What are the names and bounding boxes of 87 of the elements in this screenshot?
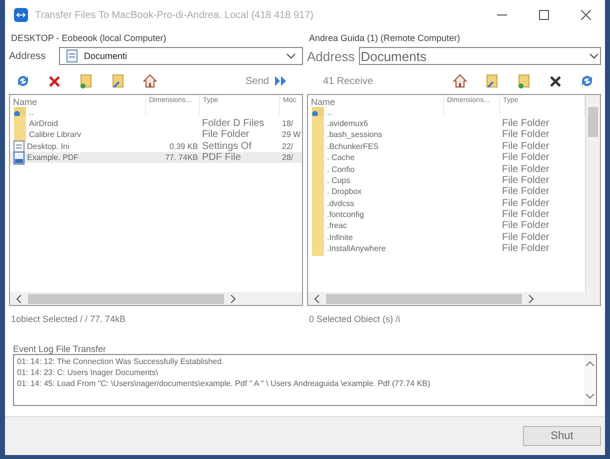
file-name[interactable]: .. xyxy=(29,108,34,117)
address-value: Documents xyxy=(360,48,428,64)
file-type: File Folder xyxy=(202,129,250,140)
scroll-left-icon xyxy=(16,294,22,302)
file-type: File Folder xyxy=(502,174,550,186)
folder-edit-button[interactable] xyxy=(484,72,500,90)
file-type: File Folder xyxy=(502,198,550,209)
file-name[interactable]: Desktop. Ini xyxy=(27,142,70,151)
file-type: File Folder xyxy=(502,220,550,232)
file-date: 29 W xyxy=(282,130,301,140)
file-type: File Folder xyxy=(502,232,550,243)
file-name[interactable]: .fontconfig xyxy=(327,210,364,220)
file-name[interactable]: .freac xyxy=(327,221,348,230)
chevron-down-icon xyxy=(589,53,599,59)
file-name[interactable]: . Cache xyxy=(327,153,355,162)
file-size: 0.39 KB xyxy=(170,142,198,151)
file-type: File Folder xyxy=(502,129,550,140)
file-type: File Folder xyxy=(502,152,550,164)
send-button[interactable]: Send xyxy=(236,76,297,86)
pdf-file-icon xyxy=(13,150,25,165)
refresh-button[interactable] xyxy=(579,73,595,89)
address-value: Documenti xyxy=(84,51,128,61)
selection-status: 1obiect Selected / / 77. 74kB xyxy=(10,313,127,326)
file-name[interactable]: .Infinite xyxy=(327,232,353,242)
vertical-scrollbar[interactable] xyxy=(585,95,600,292)
file-date: 28/ xyxy=(282,153,294,162)
close-button[interactable]: Shut xyxy=(523,426,601,446)
file-size: 77. 74KB xyxy=(165,153,198,162)
file-name[interactable]: AirDroid xyxy=(29,118,58,128)
horizontal-scrollbar[interactable] xyxy=(10,292,302,305)
home-button[interactable] xyxy=(142,73,158,89)
address-label: Address xyxy=(9,50,47,62)
file-name[interactable]: .InstallAnywhere xyxy=(327,244,386,254)
receive-button[interactable]: 41 Receive xyxy=(313,76,384,86)
scroll-up-icon xyxy=(586,361,594,366)
new-folder-button[interactable] xyxy=(516,72,532,90)
file-type: Settings Of xyxy=(202,140,252,152)
file-name[interactable]: . Dropbox xyxy=(327,187,362,196)
file-name[interactable]: . Cups xyxy=(327,176,350,185)
double-arrow-icon xyxy=(275,76,287,86)
horizontal-scrollbar[interactable] xyxy=(308,292,600,305)
maximize-icon xyxy=(539,10,549,20)
file-name[interactable]: . Confio xyxy=(327,164,355,174)
file-name[interactable]: .BchunkerFES xyxy=(327,142,379,151)
app-icon xyxy=(13,7,29,23)
pane-heading: DESKTOP - Eobeook (local Computer) xyxy=(10,32,168,45)
address-label: Address xyxy=(307,48,355,64)
scroll-right-icon xyxy=(230,294,236,302)
file-name[interactable]: .bash_sessions xyxy=(327,130,382,140)
document-icon xyxy=(66,49,78,63)
close-icon xyxy=(581,10,591,20)
scroll-down-icon xyxy=(586,394,594,399)
chevron-down-icon xyxy=(286,53,296,59)
file-type: File Folder xyxy=(502,140,550,152)
file-name[interactable]: .. xyxy=(327,108,332,117)
file-name[interactable]: .avidemux6 xyxy=(327,118,368,128)
delete-button[interactable] xyxy=(47,74,62,88)
delete-button[interactable] xyxy=(548,74,563,88)
address-dropdown[interactable]: Documents xyxy=(358,47,601,65)
file-name[interactable]: Calibre Librarv xyxy=(29,130,82,140)
file-date: 18/ xyxy=(282,118,294,128)
window-title: Transfer Files To MacBook-Pro-di-Andrea. Local (418 418 917) xyxy=(35,10,314,20)
file-type: PDF File xyxy=(202,152,241,164)
folder-up-icon xyxy=(311,106,325,118)
refresh-button[interactable] xyxy=(15,73,31,89)
folder-up-icon xyxy=(13,106,27,118)
file-type: Folder D Files xyxy=(202,118,264,129)
new-folder-button[interactable] xyxy=(78,72,94,90)
log-entry: 01: 14: 45: Load From "C: \Users\nager/documents\example. Pdf " A " \ Users Andreaguida \example. Pdf (77.74 KB) xyxy=(17,378,432,389)
scroll-left-icon xyxy=(314,294,320,302)
pane-heading: Andrea Guida (1) (Remote Computer) xyxy=(308,32,462,45)
file-type: File Folder xyxy=(502,118,550,129)
log-entry: 01: 14: 12: The Connection Was Successfully Established. xyxy=(17,356,225,367)
log-entry: 01: 14: 23: C: Users Inager Documents\ xyxy=(17,367,159,378)
file-type: File Folder xyxy=(502,209,550,220)
file-type: File Folder xyxy=(502,186,550,198)
event-log-title: Event Log File Transfer xyxy=(13,344,108,354)
settings-file-icon xyxy=(13,140,25,153)
selection-status: 0 Selected Obiect (s) /i xyxy=(308,313,402,326)
file-date: 22/ xyxy=(282,142,294,151)
file-name[interactable]: .dvdcss xyxy=(327,198,354,208)
address-dropdown[interactable]: Documenti xyxy=(59,47,303,65)
home-button[interactable] xyxy=(452,73,468,89)
file-type: File Folder xyxy=(502,243,550,254)
file-type: File Folder xyxy=(502,164,550,175)
folder-edit-button[interactable] xyxy=(110,72,126,90)
scroll-right-icon xyxy=(528,294,534,302)
